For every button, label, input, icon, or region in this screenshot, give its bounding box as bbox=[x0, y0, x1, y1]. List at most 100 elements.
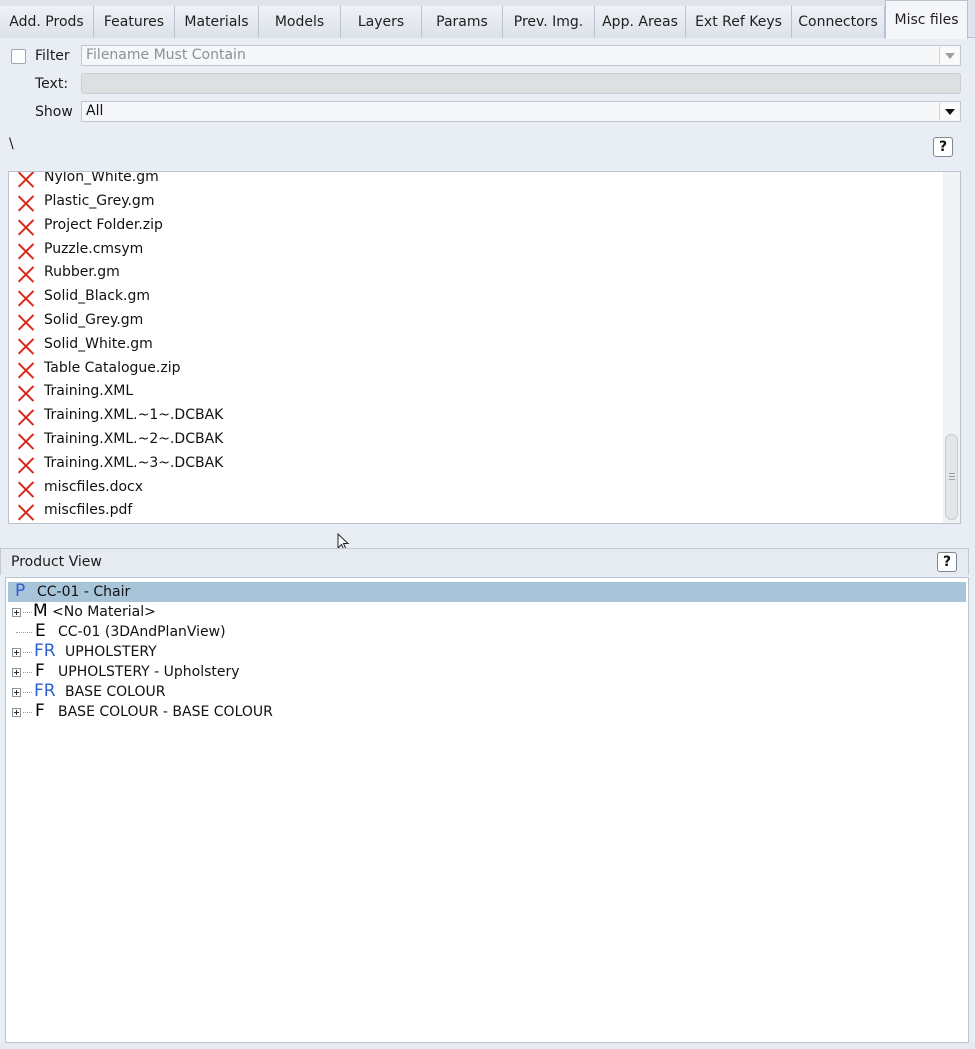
red-x-icon bbox=[16, 194, 36, 212]
current-path: \ bbox=[9, 136, 14, 152]
file-name: Training.XML.~1~.DCBAK bbox=[44, 407, 224, 423]
tab-misc-files[interactable]: Misc files bbox=[885, 0, 968, 39]
file-name: miscfiles.docx bbox=[44, 479, 144, 495]
expand-icon[interactable] bbox=[12, 608, 21, 617]
show-label: Show bbox=[35, 104, 73, 120]
red-x-icon bbox=[16, 289, 36, 307]
bottom-border bbox=[0, 1043, 975, 1049]
element-node-icon: E bbox=[35, 621, 46, 641]
scrollbar-thumb[interactable] bbox=[945, 434, 958, 520]
filename-filter-placeholder: Filename Must Contain bbox=[86, 47, 246, 63]
show-select-value: All bbox=[86, 103, 104, 119]
expand-icon[interactable] bbox=[12, 708, 21, 717]
list-item[interactable]: Nylon_White.gm bbox=[9, 171, 939, 191]
tree-node[interactable]: M <No Material> bbox=[6, 601, 968, 622]
filename-filter-dropdown[interactable]: Filename Must Contain bbox=[81, 45, 961, 66]
red-x-icon bbox=[16, 218, 36, 236]
red-x-icon bbox=[16, 480, 36, 498]
tab-features[interactable]: Features bbox=[94, 6, 175, 38]
list-item[interactable]: miscfiles.pdf bbox=[9, 500, 939, 523]
file-list-scrollbar[interactable] bbox=[943, 172, 960, 523]
misc-file-list[interactable]: Nylon_White.gm Plastic_Grey.gm Project F… bbox=[8, 171, 961, 524]
red-x-icon bbox=[16, 384, 36, 402]
file-name: Training.XML.~2~.DCBAK bbox=[44, 431, 224, 447]
red-x-icon bbox=[16, 265, 36, 283]
feature-ref-node-icon: FR bbox=[34, 681, 56, 701]
file-name: Solid_Grey.gm bbox=[44, 312, 144, 328]
file-name: Puzzle.cmsym bbox=[44, 241, 144, 257]
file-name: Plastic_Grey.gm bbox=[44, 193, 155, 209]
tree-node-label: BASE COLOUR bbox=[65, 684, 166, 700]
chevron-down-icon[interactable] bbox=[939, 47, 959, 64]
red-x-icon bbox=[16, 503, 36, 521]
tab-app-areas[interactable]: App. Areas bbox=[595, 6, 686, 38]
material-node-icon: M bbox=[33, 601, 48, 621]
file-name: Project Folder.zip bbox=[44, 217, 163, 233]
tree-node[interactable]: P CC-01 - Chair bbox=[8, 581, 966, 602]
tree-node-label: UPHOLSTERY bbox=[65, 644, 157, 660]
product-node-icon: P bbox=[15, 581, 26, 601]
tab-add-prods[interactable]: Add. Prods bbox=[0, 6, 94, 38]
list-item[interactable]: Rubber.gm bbox=[9, 262, 939, 286]
red-x-icon bbox=[16, 337, 36, 355]
tree-node[interactable]: F BASE COLOUR - BASE COLOUR bbox=[6, 701, 968, 722]
list-item[interactable]: Training.XML.~1~.DCBAK bbox=[9, 405, 939, 429]
list-item[interactable]: Puzzle.cmsym bbox=[9, 239, 939, 263]
filter-checkbox[interactable] bbox=[11, 49, 26, 64]
red-x-icon bbox=[16, 361, 36, 379]
tree-node-label: BASE COLOUR - BASE COLOUR bbox=[58, 704, 273, 720]
tab-prev-img[interactable]: Prev. Img. bbox=[503, 6, 595, 38]
file-name: Table Catalogue.zip bbox=[44, 360, 181, 376]
tab-params[interactable]: Params bbox=[422, 6, 503, 38]
file-name: Solid_Black.gm bbox=[44, 288, 150, 304]
tree-node[interactable]: FR BASE COLOUR bbox=[6, 681, 968, 702]
expand-icon[interactable] bbox=[12, 648, 21, 657]
list-item[interactable]: miscfiles.docx bbox=[9, 477, 939, 501]
tree-node-label: CC-01 - Chair bbox=[37, 584, 131, 600]
list-item[interactable]: Training.XML.~2~.DCBAK bbox=[9, 429, 939, 453]
tree-node-label: UPHOLSTERY - Upholstery bbox=[58, 664, 240, 680]
list-item[interactable]: Training.XML bbox=[9, 381, 939, 405]
tree-node-label: CC-01 (3DAndPlanView) bbox=[58, 624, 226, 640]
tab-connectors[interactable]: Connectors bbox=[792, 6, 885, 38]
chevron-down-icon[interactable] bbox=[939, 103, 959, 120]
tab-bar: Add. Prods Features Materials Models Lay… bbox=[0, 0, 975, 39]
file-name: Rubber.gm bbox=[44, 264, 120, 280]
list-item[interactable]: Table Catalogue.zip bbox=[9, 358, 939, 382]
text-input[interactable] bbox=[81, 73, 961, 94]
tab-models[interactable]: Models bbox=[259, 6, 341, 38]
file-name: Training.XML bbox=[44, 383, 134, 399]
tab-layers[interactable]: Layers bbox=[341, 6, 422, 38]
feature-node-icon: F bbox=[35, 701, 45, 721]
tree-node-label: <No Material> bbox=[52, 604, 156, 620]
help-icon[interactable]: ? bbox=[933, 137, 953, 157]
list-item[interactable]: Solid_Grey.gm bbox=[9, 310, 939, 334]
product-tree[interactable]: P CC-01 - Chair M <No Material> E CC-01 … bbox=[5, 577, 969, 1043]
tab-ext-ref-keys[interactable]: Ext Ref Keys bbox=[686, 6, 792, 38]
expand-icon[interactable] bbox=[12, 688, 21, 697]
show-select[interactable]: All bbox=[81, 101, 961, 122]
help-icon[interactable]: ? bbox=[937, 552, 957, 572]
feature-ref-node-icon: FR bbox=[34, 641, 56, 661]
expand-icon[interactable] bbox=[12, 668, 21, 677]
list-item[interactable]: Training.XML.~3~.DCBAK bbox=[9, 453, 939, 477]
red-x-icon bbox=[16, 313, 36, 331]
list-item[interactable]: Project Folder.zip bbox=[9, 215, 939, 239]
file-name: Training.XML.~3~.DCBAK bbox=[44, 455, 224, 471]
product-view-header: Product View bbox=[0, 548, 969, 575]
red-x-icon bbox=[16, 432, 36, 450]
tree-node[interactable]: FR UPHOLSTERY bbox=[6, 641, 968, 662]
file-name: Nylon_White.gm bbox=[44, 171, 159, 185]
tab-materials[interactable]: Materials bbox=[175, 6, 259, 38]
red-x-icon bbox=[16, 242, 36, 260]
tree-node[interactable]: E CC-01 (3DAndPlanView) bbox=[6, 621, 968, 642]
list-item[interactable]: Solid_Black.gm bbox=[9, 286, 939, 310]
filter-label: Filter bbox=[35, 48, 70, 64]
text-label: Text: bbox=[35, 76, 69, 92]
file-name: miscfiles.pdf bbox=[44, 502, 133, 518]
tree-node[interactable]: F UPHOLSTERY - Upholstery bbox=[6, 661, 968, 682]
red-x-icon bbox=[16, 408, 36, 426]
list-item[interactable]: Plastic_Grey.gm bbox=[9, 191, 939, 215]
list-item[interactable]: Solid_White.gm bbox=[9, 334, 939, 358]
product-view-title: Product View bbox=[11, 554, 102, 570]
